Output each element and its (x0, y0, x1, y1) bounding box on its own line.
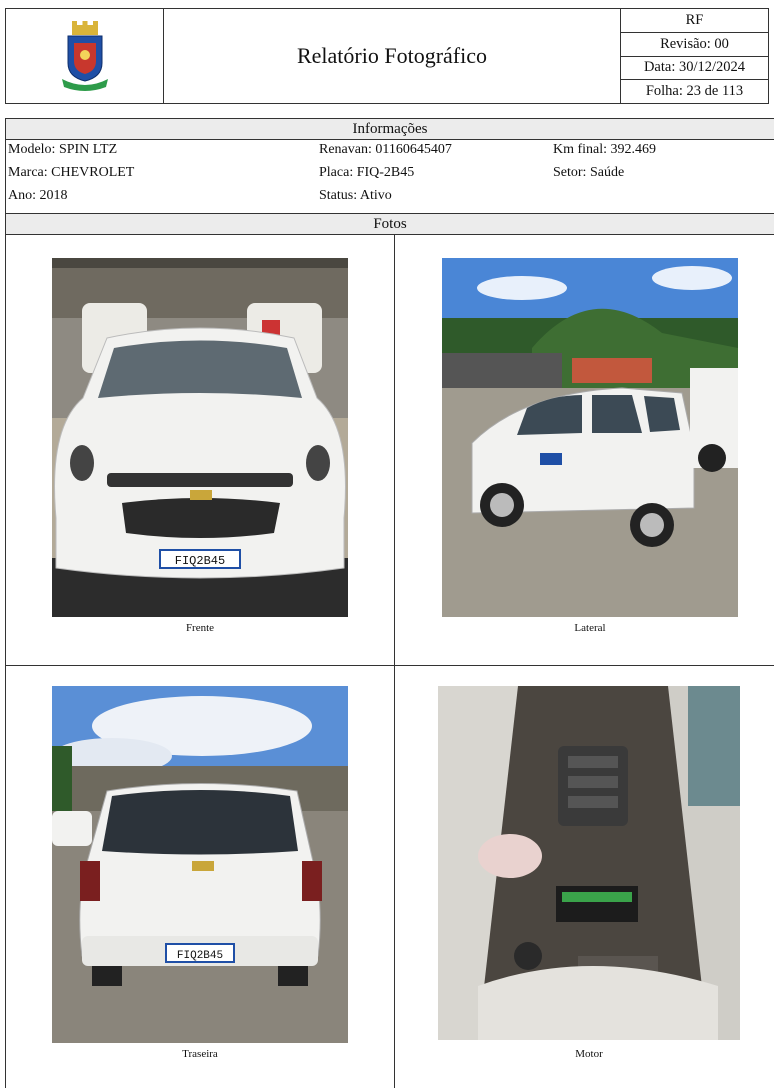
logo-cell (6, 9, 164, 103)
model-field: Modelo: SPIN LTZ (8, 142, 118, 157)
side-photo (442, 258, 738, 617)
sector-field: Setor: Saúde (553, 165, 625, 180)
photos-section-title: Fotos (6, 213, 774, 235)
engine-photo (438, 686, 740, 1040)
document-code: RF (621, 9, 768, 33)
vehicle-report-table: Informações Modelo: SPIN LTZ Marca: CHEV… (5, 118, 774, 1088)
vehicle-info-fields: Modelo: SPIN LTZ Marca: CHEVROLET Ano: 2… (6, 140, 774, 213)
front-plate-text: FIQ2B45 (175, 554, 225, 568)
plate-field: Placa: FIQ-2B45 (319, 165, 415, 180)
info-section-title: Informações (6, 118, 774, 140)
side-photo-caption: Lateral (574, 622, 606, 634)
grid-divider-vertical (394, 235, 395, 1088)
brand-field: Marca: CHEVROLET (8, 165, 135, 180)
km-final-field: Km final: 392.469 (553, 142, 657, 157)
document-meta: RF Revisão: 00 Data: 30/12/2024 Folha: 2… (620, 9, 768, 103)
rear-photo: FIQ2B45 (52, 686, 348, 1043)
revision-number: Revisão: 00 (621, 33, 768, 57)
renavan-field: Renavan: 01160645407 (319, 142, 452, 157)
document-header: Relatório Fotográfico RF Revisão: 00 Dat… (5, 8, 769, 104)
front-photo: FIQ2B45 (52, 258, 348, 617)
photo-grid: FIQ2B45 Frente Lateral FIQ2B45 Traseira … (6, 235, 774, 1088)
grid-divider-horizontal (6, 665, 774, 666)
municipal-coat-of-arms-icon (61, 21, 108, 91)
rear-photo-caption: Traseira (182, 1048, 218, 1060)
front-photo-caption: Frente (185, 622, 215, 634)
document-date: Data: 30/12/2024 (621, 57, 768, 81)
engine-photo-caption: Motor (575, 1048, 603, 1060)
year-field: Ano: 2018 (8, 188, 68, 203)
document-title: Relatório Fotográfico (296, 43, 487, 68)
sheet-number: Folha: 23 de 113 (645, 83, 744, 100)
status-field: Status: Ativo (319, 188, 392, 203)
rear-plate-text: FIQ2B45 (177, 950, 223, 962)
